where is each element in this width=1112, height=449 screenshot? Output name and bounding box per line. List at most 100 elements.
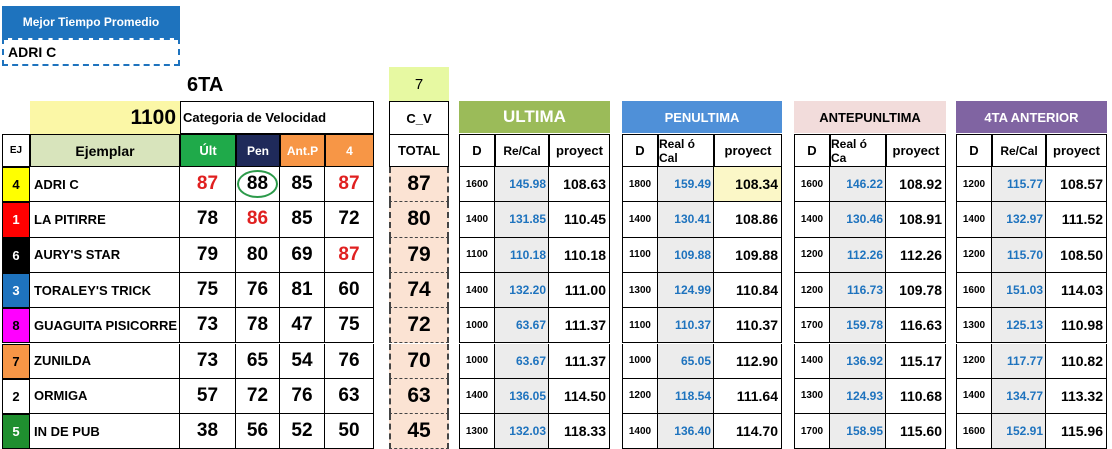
- section-cell-pr: 110.18: [549, 237, 610, 273]
- ej-badge: 6: [2, 237, 30, 273]
- ej-badge: 7: [2, 343, 30, 379]
- section-cell-pr: 115.17: [886, 343, 946, 379]
- section-cell-rc: 151.03: [992, 272, 1046, 309]
- horse-name[interactable]: LA PITIRRE: [30, 202, 180, 238]
- section-cell-rc: 146.22: [830, 167, 886, 203]
- section-cell-d: 1400: [794, 343, 830, 379]
- section-cell-pr: 108.50: [1046, 237, 1107, 273]
- section-cell-pr: 111.37: [549, 343, 610, 379]
- section-cell-pr: 108.34: [714, 167, 782, 203]
- highlight-circle: 88: [236, 170, 279, 199]
- horse-name[interactable]: IN DE PUB: [30, 414, 180, 449]
- section-cell-rc: 131.85: [495, 202, 549, 238]
- section-title-4: 4TA ANTERIOR: [956, 101, 1107, 133]
- horse-name[interactable]: TORALEY'S TRICK: [30, 272, 180, 309]
- section-cell-rc: 109.88: [658, 237, 714, 273]
- section-col-rc: Re/Cal: [992, 134, 1046, 167]
- section-cell-d: 1600: [794, 167, 830, 203]
- pen-cell: 72: [236, 378, 280, 415]
- section-cell-rc: 145.98: [495, 167, 549, 203]
- category-value: 1100: [30, 101, 180, 134]
- section-cell-pr: 109.78: [886, 272, 946, 309]
- section-cell-d: 1400: [794, 202, 830, 238]
- section-cell-d: 1700: [794, 414, 830, 449]
- ult-cell: 78: [180, 202, 236, 238]
- section-cell-rc: 116.73: [830, 272, 886, 309]
- section-cell-pr: 113.32: [1046, 378, 1107, 415]
- section-cell-d: 1100: [459, 237, 495, 273]
- section-cell-d: 1600: [956, 414, 992, 449]
- four-cell: 50: [325, 414, 374, 449]
- ej-badge: 5: [2, 414, 30, 449]
- section-cell-rc: 110.18: [495, 237, 549, 273]
- section-col-rc: Real ó Ca: [830, 134, 886, 167]
- four-cell: 76: [325, 343, 374, 379]
- total-cell: 72: [389, 308, 449, 344]
- antp-cell: 76: [280, 378, 325, 415]
- total-cell: 74: [389, 272, 449, 309]
- section-cell-d: 1400: [956, 202, 992, 238]
- section-col-pr: proyect: [886, 134, 946, 167]
- section-cell-d: 1400: [622, 414, 658, 449]
- section-cell-rc: 63.67: [495, 343, 549, 379]
- section-cell-d: 1400: [459, 272, 495, 309]
- horse-name[interactable]: GUAGUITA PISICORRE: [30, 308, 180, 344]
- four-cell: 63: [325, 378, 374, 415]
- section-cell-rc: 124.93: [830, 378, 886, 415]
- section-cell-pr: 112.90: [714, 343, 782, 379]
- section-cell-d: 1300: [794, 378, 830, 415]
- section-cell-pr: 115.60: [886, 414, 946, 449]
- section-cell-pr: 109.88: [714, 237, 782, 273]
- section-cell-d: 1800: [622, 167, 658, 203]
- horse-name[interactable]: ADRI C: [30, 167, 180, 203]
- antp-cell: 52: [280, 414, 325, 449]
- section-cell-rc: 159.49: [658, 167, 714, 203]
- section-col-pr: proyect: [714, 134, 782, 167]
- section-cell-rc: 136.92: [830, 343, 886, 379]
- section-cell-pr: 108.57: [1046, 167, 1107, 203]
- section-col-d: D: [622, 134, 658, 167]
- section-cell-d: 1200: [956, 343, 992, 379]
- section-cell-rc: 132.97: [992, 202, 1046, 238]
- section-cell-d: 1600: [956, 272, 992, 309]
- section-cell-rc: 115.77: [992, 167, 1046, 203]
- section-cell-pr: 110.45: [549, 202, 610, 238]
- ult-cell: 73: [180, 343, 236, 379]
- section-cell-d: 1000: [459, 343, 495, 379]
- section-cell-d: 1400: [622, 202, 658, 238]
- section-col-rc: Real ó Cal: [658, 134, 714, 167]
- section-col-d: D: [794, 134, 830, 167]
- section-cell-rc: 136.40: [658, 414, 714, 449]
- total-cell: 63: [389, 378, 449, 415]
- section-cell-pr: 108.92: [886, 167, 946, 203]
- antp-cell: 47: [280, 308, 325, 344]
- horse-name[interactable]: AURY'S STAR: [30, 237, 180, 273]
- pen-cell: 88: [236, 167, 280, 203]
- section-cell-pr: 111.52: [1046, 202, 1107, 238]
- ult-header: Últ: [180, 134, 236, 167]
- ult-cell: 57: [180, 378, 236, 415]
- ult-cell: 73: [180, 308, 236, 344]
- horse-name[interactable]: ORMIGA: [30, 378, 180, 415]
- section-cell-pr: 111.00: [549, 272, 610, 309]
- section-cell-rc: 117.77: [992, 343, 1046, 379]
- antp-header: Ant.P: [280, 134, 325, 167]
- section-cell-rc: 130.46: [830, 202, 886, 238]
- total-cell: 79: [389, 237, 449, 273]
- section-cell-d: 1200: [622, 378, 658, 415]
- section-cell-d: 1300: [459, 414, 495, 449]
- ult-cell: 75: [180, 272, 236, 309]
- section-cell-pr: 114.50: [549, 378, 610, 415]
- section-cell-rc: 124.99: [658, 272, 714, 309]
- antp-cell: 69: [280, 237, 325, 273]
- horse-name[interactable]: ZUNILDA: [30, 343, 180, 379]
- four-cell: 72: [325, 202, 374, 238]
- section-cell-d: 1100: [622, 237, 658, 273]
- section-cell-d: 1100: [622, 308, 658, 344]
- section-cell-rc: 110.37: [658, 308, 714, 344]
- section-cell-pr: 114.03: [1046, 272, 1107, 309]
- best-avg-value[interactable]: ADRI C: [2, 38, 180, 66]
- ult-cell: 38: [180, 414, 236, 449]
- four-cell: 87: [325, 237, 374, 273]
- section-cell-pr: 110.84: [714, 272, 782, 309]
